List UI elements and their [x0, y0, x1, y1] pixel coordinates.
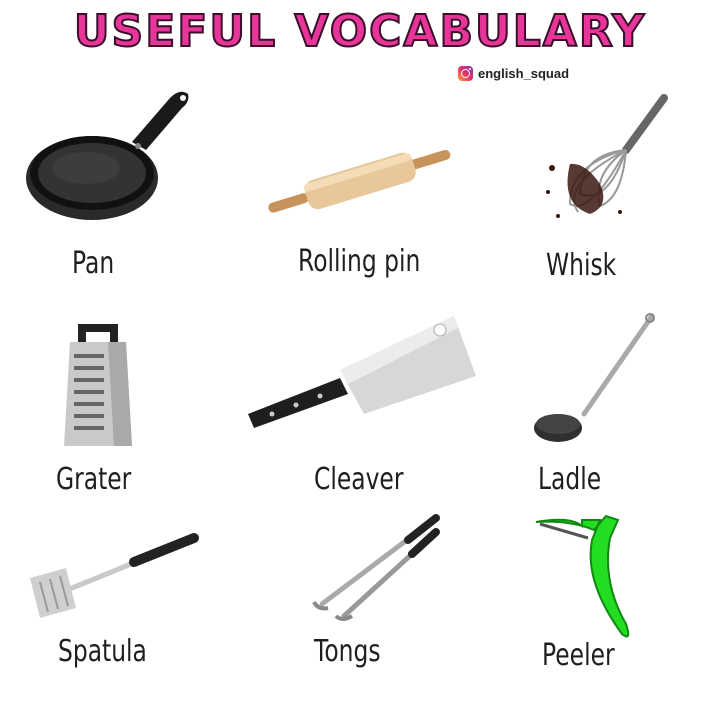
whisk-icon	[546, 94, 668, 218]
item-label-ladle: Ladle	[538, 462, 602, 497]
item-label-whisk: Whisk	[546, 248, 617, 283]
social-handle: english_squad	[458, 66, 569, 81]
tongs-icon	[312, 514, 440, 621]
instagram-icon	[458, 66, 473, 81]
item-label-tongs: Tongs	[314, 634, 381, 669]
page-title: USEFUL VOCABULARY	[73, 5, 647, 58]
item-label-rolling-pin: Rolling pin	[298, 244, 421, 279]
item-label-pan: Pan	[72, 246, 115, 281]
grater-icon	[64, 324, 132, 446]
pan-icon	[26, 91, 189, 220]
item-label-spatula: Spatula	[58, 634, 147, 669]
spatula-icon	[30, 533, 199, 618]
item-label-peeler: Peeler	[542, 638, 615, 673]
ladle-icon	[534, 313, 655, 442]
social-handle-text: english_squad	[478, 66, 570, 81]
peeler-icon	[535, 514, 630, 638]
item-label-grater: Grater	[56, 462, 132, 497]
item-label-cleaver: Cleaver	[314, 462, 404, 497]
rolling-pin-icon	[268, 149, 451, 213]
cleaver-icon	[248, 316, 476, 428]
